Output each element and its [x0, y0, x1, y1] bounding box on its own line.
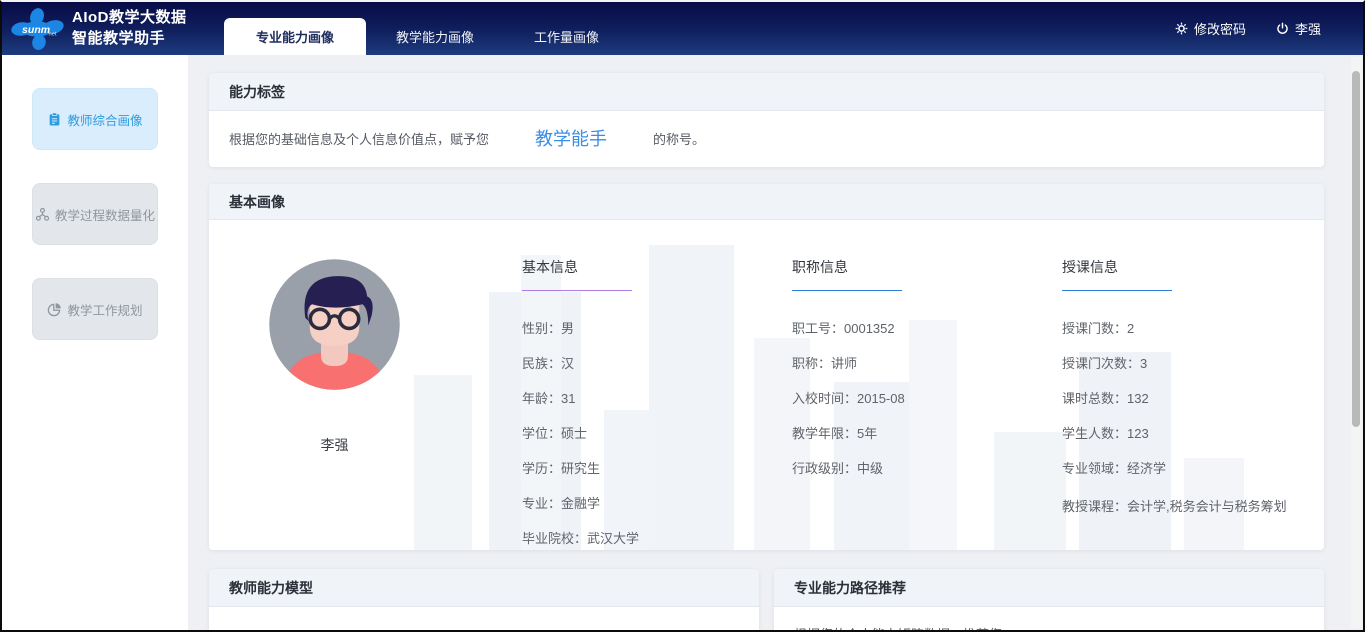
info-row: 性别：男 — [522, 322, 757, 337]
scrollbar-thumb[interactable] — [1352, 71, 1360, 427]
info-row: 学历：研究生 — [522, 462, 757, 477]
info-row: 毕业院校：武汉大学 — [522, 532, 757, 547]
info-row: 专业：金融学 — [522, 497, 757, 512]
basic-info-title: 基本信息 — [522, 257, 632, 291]
sidebar-item-label: 教学工作规划 — [67, 300, 142, 319]
app-window: sunm net AIoD教学大数据 智能教学助手 专业能力画像 教学能力画像 … — [0, 0, 1365, 632]
ability-model-card: 教师能力模型 人才素质 — [209, 569, 759, 630]
pie-chart-icon — [47, 302, 62, 317]
basic-info-column: 基本信息 性别：男 民族：汉 年龄：31 学位：硕士 学历：研究生 专业：金融学… — [522, 257, 757, 550]
course-info-rows: 授课门数：2 授课门次数：3 课时总数：132 学生人数：123 专业领域：经济… — [1062, 322, 1312, 517]
sidebar-item-teaching-work-planning[interactable]: 教学工作规划 — [32, 278, 158, 340]
info-row: 学生人数：123 — [1062, 427, 1312, 442]
ability-tag-value: 教学能手 — [535, 125, 607, 151]
info-row: 授课门数：2 — [1062, 322, 1312, 337]
path-recommendation-text: 根据您的个人能力矩阵数据，推荐您： — [774, 607, 1324, 630]
info-row: 入校时间：2015-08 — [792, 392, 1027, 407]
change-password-label: 修改密码 — [1194, 19, 1246, 38]
main-content: 能力标签 根据您的基础信息及个人信息价值点，赋予您 教学能手 的称号。 基本画像 — [188, 55, 1363, 630]
ability-tag-text-after: 的称号。 — [653, 129, 705, 148]
course-info-column: 授课信息 授课门数：2 授课门次数：3 课时总数：132 学生人数：123 专业… — [1062, 257, 1312, 550]
gear-icon — [1175, 22, 1188, 35]
ability-model-body: 人才素质 — [209, 607, 759, 630]
app-header: sunm net AIoD教学大数据 智能教学助手 专业能力画像 教学能力画像 … — [2, 2, 1363, 55]
avatar-illustration-icon — [267, 257, 402, 392]
brand: sunm net AIoD教学大数据 智能教学助手 — [2, 2, 200, 55]
sitemap-icon — [35, 207, 50, 222]
ability-tag-card: 能力标签 根据您的基础信息及个人信息价值点，赋予您 教学能手 的称号。 — [209, 73, 1324, 167]
username-label: 李强 — [1295, 19, 1321, 38]
app-title-line1: AIoD教学大数据 — [72, 8, 187, 28]
info-row: 专业领域：经济学 — [1062, 462, 1312, 477]
info-row: 民族：汉 — [522, 357, 757, 372]
path-recommendation-card-title: 专业能力路径推荐 — [774, 569, 1324, 607]
app-title: AIoD教学大数据 智能教学助手 — [72, 8, 187, 49]
svg-text:net: net — [49, 31, 57, 37]
vertical-scrollbar — [1351, 57, 1361, 628]
avatar — [267, 257, 402, 397]
ability-model-card-title: 教师能力模型 — [209, 569, 759, 607]
info-row: 学位：硕士 — [522, 427, 757, 442]
title-info-title: 职称信息 — [792, 257, 902, 291]
app-title-line2: 智能教学助手 — [72, 29, 187, 49]
basic-info-rows: 性别：男 民族：汉 年龄：31 学位：硕士 学历：研究生 专业：金融学 毕业院校… — [522, 322, 757, 547]
tab-workload[interactable]: 工作量画像 — [504, 18, 629, 55]
clipboard-icon — [47, 112, 62, 127]
bottom-row: 教师能力模型 人才素质 专业能力路径推荐 根据您的个人能力矩阵数据，推荐您： — [209, 569, 1324, 630]
info-row: 教学年限：5年 — [792, 427, 1027, 442]
user-menu[interactable]: 李强 — [1276, 19, 1321, 38]
basic-profile-card: 基本画像 — [209, 184, 1324, 550]
path-recommendation-card: 专业能力路径推荐 根据您的个人能力矩阵数据，推荐您： — [774, 569, 1324, 630]
teacher-name: 李强 — [267, 435, 402, 455]
tab-teaching-ability[interactable]: 教学能力画像 — [366, 18, 504, 55]
info-row: 职称：讲师 — [792, 357, 1027, 372]
profile-identity: 李强 — [227, 257, 487, 550]
title-info-column: 职称信息 职工号：0001352 职称：讲师 入校时间：2015-08 教学年限… — [792, 257, 1027, 550]
ability-tag-body: 根据您的基础信息及个人信息价值点，赋予您 教学能手 的称号。 — [209, 111, 1324, 167]
info-row: 职工号：0001352 — [792, 322, 1027, 337]
info-row: 行政级别：中级 — [792, 462, 1027, 477]
sidebar-item-label: 教师综合画像 — [67, 110, 142, 129]
sunmnet-logo: sunm net — [10, 7, 66, 51]
sidebar-item-label: 教学过程数据量化 — [55, 205, 155, 224]
info-row: 年龄：31 — [522, 392, 757, 407]
sidebar: 教师综合画像 教学过程数据量化 教学工作规划 — [2, 55, 188, 630]
sidebar-item-teaching-data-quantification[interactable]: 教学过程数据量化 — [32, 183, 158, 245]
ability-tag-text-before: 根据您的基础信息及个人信息价值点，赋予您 — [229, 129, 489, 148]
svg-text:sunm: sunm — [22, 23, 50, 35]
basic-profile-body: 李强 基本信息 性别：男 民族：汉 年龄：31 学位：硕士 学历：研究生 专业：… — [209, 220, 1324, 550]
info-row: 授课门次数：3 — [1062, 357, 1312, 372]
course-info-title: 授课信息 — [1062, 257, 1172, 291]
header-right: 修改密码 李强 — [1175, 2, 1363, 55]
power-icon — [1276, 22, 1289, 35]
tab-professional-ability[interactable]: 专业能力画像 — [224, 18, 366, 55]
sidebar-item-teacher-profile[interactable]: 教师综合画像 — [32, 88, 158, 150]
change-password-link[interactable]: 修改密码 — [1175, 19, 1246, 38]
basic-profile-card-title: 基本画像 — [209, 184, 1324, 220]
ability-tag-card-title: 能力标签 — [209, 73, 1324, 111]
title-info-rows: 职工号：0001352 职称：讲师 入校时间：2015-08 教学年限：5年 行… — [792, 322, 1027, 477]
top-nav: 专业能力画像 教学能力画像 工作量画像 — [224, 2, 629, 55]
info-row: 课时总数：132 — [1062, 392, 1312, 407]
info-row: 教授课程：会计学,税务会计与税务筹划 — [1062, 497, 1312, 517]
